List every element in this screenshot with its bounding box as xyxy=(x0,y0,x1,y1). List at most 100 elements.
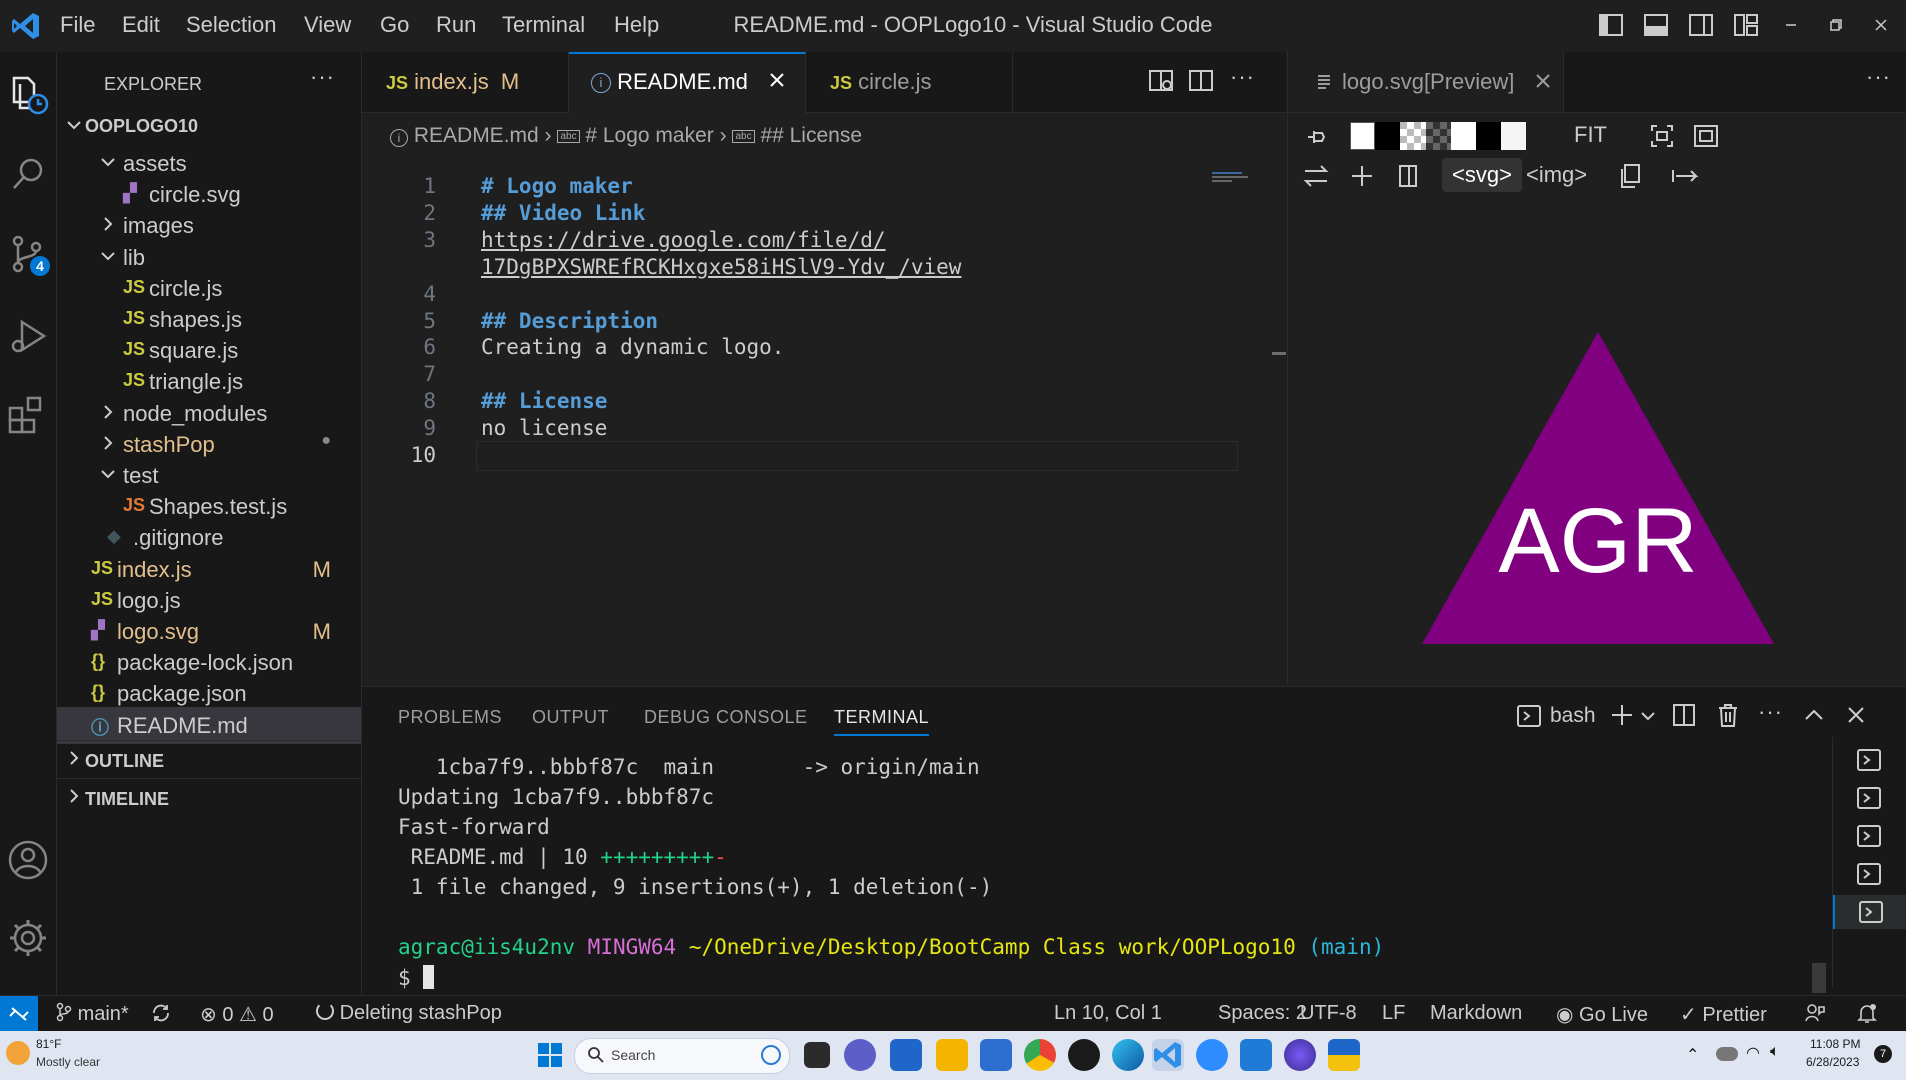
kill-terminal-trash-icon[interactable] xyxy=(1714,701,1742,729)
end-of-line[interactable]: LF xyxy=(1382,1002,1405,1025)
explorer-icon[interactable] xyxy=(6,72,50,116)
preview-more-actions-icon[interactable]: ··· xyxy=(1866,64,1891,90)
chevron-down-icon[interactable] xyxy=(1640,709,1656,723)
menu-view[interactable]: View xyxy=(304,12,351,38)
close-panel-icon[interactable] xyxy=(1844,703,1868,727)
tab-output[interactable]: OUTPUT xyxy=(532,707,609,728)
svg-mode-button[interactable]: <svg> xyxy=(1442,158,1522,192)
tab-problems[interactable]: PROBLEMS xyxy=(398,707,502,728)
tree-item[interactable]: ⓘ README.md xyxy=(57,706,361,744)
breadcrumb-file[interactable]: README.md xyxy=(414,124,539,147)
dell-icon[interactable] xyxy=(1068,1039,1100,1071)
tree-root-folder[interactable]: OOPLOGO10 xyxy=(57,108,361,145)
notification-count-badge[interactable]: 7 xyxy=(1874,1045,1892,1063)
terminal-instance-icon[interactable] xyxy=(1833,895,1906,929)
tab-terminal[interactable]: TERMINAL xyxy=(834,707,930,736)
app-icon[interactable] xyxy=(1284,1039,1316,1071)
chrome-icon[interactable] xyxy=(1024,1039,1056,1071)
task-view-icon[interactable] xyxy=(804,1042,830,1068)
wifi-icon[interactable]: ◠ xyxy=(1746,1043,1760,1063)
run-debug-icon[interactable] xyxy=(6,314,50,358)
edge-icon[interactable] xyxy=(1112,1039,1144,1071)
document-icon[interactable] xyxy=(1394,162,1422,190)
weather-widget[interactable]: 81°F Mostly clear xyxy=(6,1037,146,1075)
teams-chat-icon[interactable] xyxy=(844,1039,876,1071)
sync-icon[interactable] xyxy=(150,1002,172,1024)
toggle-sidebar-icon[interactable] xyxy=(1596,10,1626,40)
toggle-panel-icon[interactable] xyxy=(1641,10,1671,40)
tab-readme-md[interactable]: i README.md xyxy=(569,52,806,113)
pin-icon[interactable] xyxy=(1304,124,1330,150)
menu-selection[interactable]: Selection xyxy=(186,12,277,38)
terminal-scrollbar[interactable] xyxy=(1812,963,1826,993)
taskbar-search-box[interactable]: Search xyxy=(574,1038,790,1074)
problems-indicator[interactable]: ⊗ 0 ⚠ 0 xyxy=(200,1002,274,1027)
export-arrow-icon[interactable] xyxy=(1670,162,1700,190)
accounts-icon[interactable] xyxy=(6,838,50,882)
restore-icon[interactable] xyxy=(1821,10,1851,40)
split-terminal-icon[interactable] xyxy=(1670,701,1698,729)
feedback-icon[interactable] xyxy=(1804,1002,1826,1024)
maximize-panel-icon[interactable] xyxy=(1802,705,1826,725)
menu-terminal[interactable]: Terminal xyxy=(502,12,585,38)
terminal-shell-label[interactable]: bash xyxy=(1550,704,1596,728)
terminal-input-line[interactable]: $ xyxy=(398,965,435,990)
tab-circle-js[interactable]: JS circle.js xyxy=(806,52,1013,112)
zoom-full-icon[interactable] xyxy=(1692,122,1720,150)
minimize-icon[interactable] xyxy=(1776,10,1806,40)
close-preview-tab-icon[interactable] xyxy=(1532,70,1554,92)
copy-icon[interactable] xyxy=(1616,162,1644,190)
encoding[interactable]: UTF-8 xyxy=(1300,1002,1357,1025)
cursor-position[interactable]: Ln 10, Col 1 xyxy=(1054,1002,1162,1025)
code-area[interactable]: 1 # Logo maker 2 ## Video Link 3 https://driv… xyxy=(362,162,1286,682)
indentation[interactable]: Spaces: 2 xyxy=(1218,1002,1307,1025)
breadcrumb-heading-2[interactable]: ## License xyxy=(760,124,862,147)
swap-icon[interactable] xyxy=(1302,162,1330,190)
tab-index-js[interactable]: JS index.js M xyxy=(362,52,569,112)
microsoft-store-icon[interactable] xyxy=(980,1039,1012,1071)
explorer-more-actions-icon[interactable]: ··· xyxy=(310,64,335,90)
breadcrumb-heading-1[interactable]: # Logo maker xyxy=(585,124,713,147)
close-tab-icon[interactable] xyxy=(765,68,789,92)
notifications-bell-icon[interactable] xyxy=(1856,1002,1878,1024)
open-preview-side-icon[interactable] xyxy=(1148,68,1174,94)
terminal-instance-icon[interactable] xyxy=(1833,743,1906,777)
search-icon[interactable] xyxy=(6,152,50,196)
outline-section[interactable]: OUTLINE xyxy=(57,740,361,778)
language-mode[interactable]: Markdown xyxy=(1430,1002,1522,1025)
onedrive-icon[interactable] xyxy=(1716,1047,1738,1061)
prettier-button[interactable]: ✓ Prettier xyxy=(1680,1002,1767,1027)
extensions-icon[interactable] xyxy=(6,392,50,436)
clock-time[interactable]: 11:08 PM xyxy=(1810,1037,1860,1051)
menu-go[interactable]: Go xyxy=(380,12,409,38)
menu-run[interactable]: Run xyxy=(436,12,476,38)
terminal-instance-icon[interactable] xyxy=(1833,819,1906,853)
zoom-fit-icon[interactable] xyxy=(1648,122,1676,150)
clock-date[interactable]: 6/28/2023 xyxy=(1806,1055,1859,1069)
menu-edit[interactable]: Edit xyxy=(122,12,160,38)
tab-debug-console[interactable]: DEBUG CONSOLE xyxy=(644,707,808,728)
menu-file[interactable]: File xyxy=(60,12,95,38)
close-window-icon[interactable] xyxy=(1866,10,1896,40)
background-swatches[interactable] xyxy=(1350,122,1527,150)
volume-icon[interactable]: 🔈︎ xyxy=(1770,1043,1780,1061)
vscode-taskbar-icon[interactable] xyxy=(1152,1039,1184,1071)
file-explorer-icon[interactable] xyxy=(936,1039,968,1071)
split-editor-icon[interactable] xyxy=(1188,68,1214,94)
fit-button[interactable]: FIT xyxy=(1574,122,1607,148)
settings-gear-icon[interactable] xyxy=(6,916,50,960)
new-terminal-icon[interactable] xyxy=(1608,701,1636,729)
notepad-icon[interactable] xyxy=(1240,1039,1272,1071)
editor-more-actions-icon[interactable]: ··· xyxy=(1230,64,1255,90)
customize-layout-icon[interactable] xyxy=(1731,10,1761,40)
widgets-icon[interactable] xyxy=(890,1039,922,1071)
img-mode-button[interactable]: <img> xyxy=(1526,162,1587,188)
remote-indicator[interactable] xyxy=(0,996,38,1032)
tab-logo-svg-preview[interactable]: logo.svg[Preview] xyxy=(1288,52,1564,112)
timeline-section[interactable]: TIMELINE xyxy=(57,778,361,816)
add-icon[interactable] xyxy=(1348,162,1376,190)
toggle-secondary-sidebar-icon[interactable] xyxy=(1686,10,1716,40)
terminal-instance-icon[interactable] xyxy=(1833,857,1906,891)
go-live-button[interactable]: ◉ Go Live xyxy=(1556,1002,1648,1027)
source-control-icon[interactable]: 4 xyxy=(6,232,50,276)
